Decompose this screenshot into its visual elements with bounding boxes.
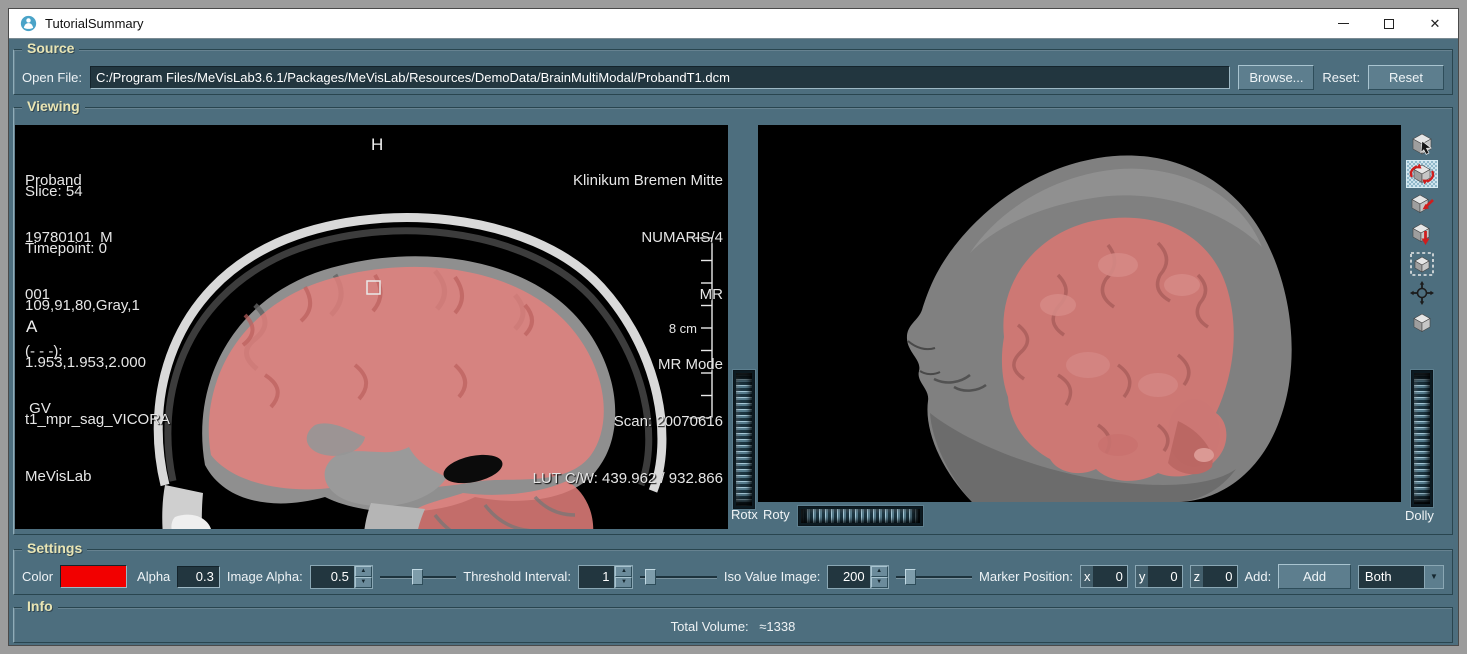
- iso-value-slider[interactable]: [896, 567, 972, 587]
- iso-value-spinbox[interactable]: 200 ▲▼: [827, 565, 888, 589]
- seek-mode-button[interactable]: [1406, 190, 1438, 218]
- image-alpha-up-icon[interactable]: ▲: [355, 566, 372, 577]
- alpha-label: Alpha: [137, 569, 170, 584]
- marker-position-label: Marker Position:: [979, 569, 1073, 584]
- source-group-title: Source: [22, 40, 79, 56]
- marker-z-field[interactable]: z0: [1190, 565, 1238, 588]
- source-group: Source Open File: Browse... Reset: Reset: [13, 49, 1453, 95]
- alpha-field[interactable]: 0.3: [177, 566, 220, 588]
- rotx-label: Rotx: [731, 507, 758, 522]
- dolly-label: Dolly: [1405, 508, 1434, 523]
- image-alpha-down-icon[interactable]: ▼: [355, 577, 372, 588]
- app-logo-icon: [20, 15, 37, 32]
- roty-label: Roty: [763, 507, 790, 522]
- marker-mode-dropdown[interactable]: Both ▼: [1358, 565, 1444, 589]
- pan-mode-button[interactable]: [1406, 279, 1438, 307]
- image-alpha-label: Image Alpha:: [227, 569, 303, 584]
- open-file-input[interactable]: [90, 66, 1230, 89]
- desktop: TutorialSummary ✕ Source Open File: Brow…: [0, 0, 1467, 654]
- add-label: Add:: [1245, 569, 1272, 584]
- camera-mode-icon: [1409, 309, 1435, 335]
- iso-down-icon[interactable]: ▼: [871, 577, 888, 588]
- reset-button[interactable]: Reset: [1368, 65, 1444, 90]
- ruler-label: 8 cm: [637, 319, 697, 338]
- viewing-group-title: Viewing: [22, 98, 85, 114]
- marker-y-field[interactable]: y0: [1135, 565, 1183, 588]
- pick-mode-button[interactable]: [1406, 130, 1438, 158]
- view-all-icon: [1409, 251, 1435, 277]
- browse-button[interactable]: Browse...: [1238, 65, 1314, 90]
- pan-mode-icon: [1409, 280, 1435, 306]
- home-button[interactable]: [1406, 220, 1438, 248]
- total-volume-value: ≈1338: [759, 619, 795, 634]
- orientation-h-label: H: [371, 135, 383, 155]
- title-bar: TutorialSummary ✕: [9, 9, 1458, 39]
- close-icon: ✕: [1430, 17, 1441, 30]
- add-marker-button[interactable]: Add: [1278, 564, 1351, 589]
- mri-2d-viewer[interactable]: Proband 19780101 M 001 (- - -): GV H A K…: [15, 125, 728, 529]
- marker-x-field[interactable]: x0: [1080, 565, 1128, 588]
- head-3d-viewer[interactable]: [758, 125, 1401, 502]
- scan-info-text: MR Mode Scan: 20070616 LUT C/W: 439.962 …: [533, 317, 723, 526]
- camera-mode-button[interactable]: [1406, 308, 1438, 336]
- roty-thumbwheel[interactable]: [798, 506, 923, 526]
- image-alpha-spinbox[interactable]: 0.5 ▲▼: [310, 565, 373, 589]
- open-file-label: Open File:: [22, 70, 82, 85]
- info-group-title: Info: [22, 598, 58, 614]
- pick-mode-icon: [1409, 131, 1435, 157]
- seek-mode-icon: [1409, 191, 1435, 217]
- reset-label: Reset:: [1322, 70, 1360, 85]
- total-volume-text: Total Volume: ≈1338: [14, 619, 1452, 634]
- image-alpha-slider[interactable]: [380, 567, 456, 587]
- settings-group-title: Settings: [22, 540, 87, 556]
- threshold-up-icon[interactable]: ▲: [615, 566, 632, 577]
- window-content: Source Open File: Browse... Reset: Reset…: [9, 39, 1458, 645]
- rotx-thumbwheel[interactable]: [733, 370, 755, 509]
- iso-value-label: Iso Value Image:: [724, 569, 821, 584]
- threshold-spinbox[interactable]: 1 ▲▼: [578, 565, 633, 589]
- station-info-text: Klinikum Bremen Mitte NUMARIS/4 MR: [573, 133, 723, 342]
- color-label: Color: [22, 569, 53, 584]
- minimize-button[interactable]: [1320, 9, 1366, 38]
- viewing-group: Viewing: [13, 107, 1453, 535]
- close-button[interactable]: ✕: [1412, 9, 1458, 38]
- threshold-down-icon[interactable]: ▼: [615, 577, 632, 588]
- minimize-icon: [1338, 23, 1349, 24]
- total-volume-label: Total Volume:: [671, 619, 749, 634]
- slice-info-text: Slice: 54 Timepoint: 0 109,91,80,Gray,1 …: [25, 144, 170, 524]
- maximize-button[interactable]: [1366, 9, 1412, 38]
- chevron-down-icon: ▼: [1424, 566, 1443, 588]
- color-swatch[interactable]: [60, 565, 127, 588]
- threshold-slider[interactable]: [640, 567, 716, 587]
- app-window: TutorialSummary ✕ Source Open File: Brow…: [8, 8, 1459, 646]
- iso-up-icon[interactable]: ▲: [871, 566, 888, 577]
- home-icon: [1409, 221, 1435, 247]
- threshold-label: Threshold Interval:: [463, 569, 571, 584]
- rotate-mode-button[interactable]: [1406, 160, 1438, 188]
- head-3d-render: [758, 125, 1401, 502]
- view-all-button[interactable]: [1406, 250, 1438, 278]
- info-group: Info Total Volume: ≈1338: [13, 607, 1453, 643]
- dolly-thumbwheel[interactable]: [1411, 370, 1433, 507]
- maximize-icon: [1384, 19, 1394, 29]
- settings-group: Settings Color Alpha 0.3 Image Alpha: 0.…: [13, 549, 1453, 595]
- window-title: TutorialSummary: [45, 16, 143, 31]
- rotate-mode-icon: [1409, 161, 1435, 187]
